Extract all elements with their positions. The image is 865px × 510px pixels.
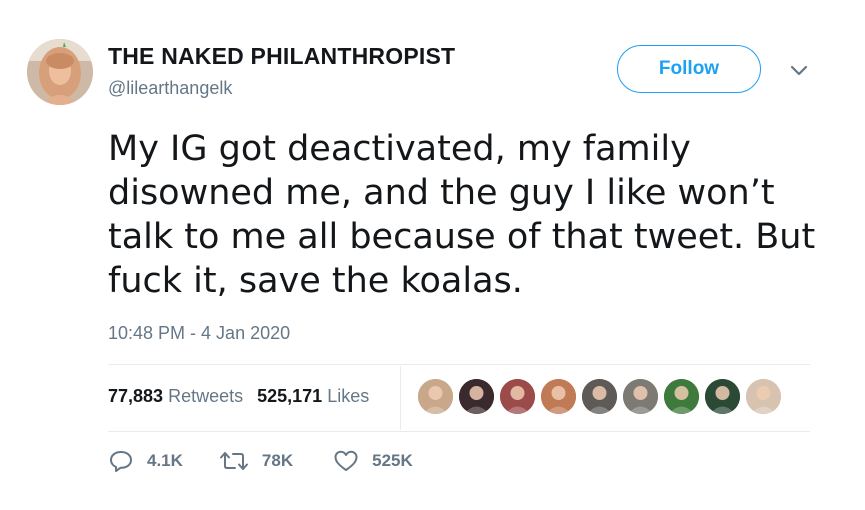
retweet-button[interactable]: 78K	[219, 449, 293, 473]
like-count: 525K	[372, 451, 413, 470]
retweets-label: Retweets	[168, 386, 244, 406]
engagement-stats: 77,883 Retweets 525,171 Likes	[108, 386, 369, 407]
tweet-timestamp[interactable]: 10:48 PM - 4 Jan 2020	[108, 323, 290, 344]
tweet-card: THE NAKED PHILANTHROPIST @lilearthangelk…	[0, 0, 865, 510]
tweet-actions: 4.1K 78K 525K	[108, 449, 413, 473]
tweet-text: My IG got deactivated, my family disowne…	[108, 129, 816, 301]
likes-stat[interactable]: 525,171 Likes	[257, 386, 369, 407]
reply-count: 4.1K	[147, 451, 183, 470]
retweet-icon	[219, 449, 249, 473]
liker-avatar-3[interactable]	[500, 379, 535, 414]
display-name[interactable]: THE NAKED PHILANTHROPIST	[108, 43, 455, 70]
liker-avatar-5[interactable]	[582, 379, 617, 414]
retweets-stat[interactable]: 77,883 Retweets	[108, 386, 243, 407]
profile-avatar[interactable]	[27, 39, 93, 105]
liker-avatar-1[interactable]	[418, 379, 453, 414]
likes-count: 525,171	[257, 386, 323, 406]
user-handle[interactable]: @lilearthangelk	[108, 78, 232, 99]
follow-button[interactable]: Follow	[617, 45, 761, 93]
liker-avatar-7[interactable]	[664, 379, 699, 414]
liker-avatar-2[interactable]	[459, 379, 494, 414]
like-button[interactable]: 525K	[333, 449, 413, 473]
retweets-count: 77,883	[108, 386, 164, 406]
liker-avatar-4[interactable]	[541, 379, 576, 414]
liker-avatars	[418, 379, 781, 414]
retweet-count: 78K	[261, 451, 294, 470]
divider	[108, 431, 810, 432]
reply-button[interactable]: 4.1K	[108, 449, 183, 473]
divider	[108, 364, 810, 365]
liker-avatar-9[interactable]	[746, 379, 781, 414]
chevron-down-icon[interactable]	[787, 62, 811, 80]
stats-separator	[400, 366, 401, 430]
heart-icon	[333, 449, 359, 473]
likes-label: Likes	[327, 386, 370, 406]
liker-avatar-8[interactable]	[705, 379, 740, 414]
reply-icon	[108, 449, 134, 473]
liker-avatar-6[interactable]	[623, 379, 658, 414]
